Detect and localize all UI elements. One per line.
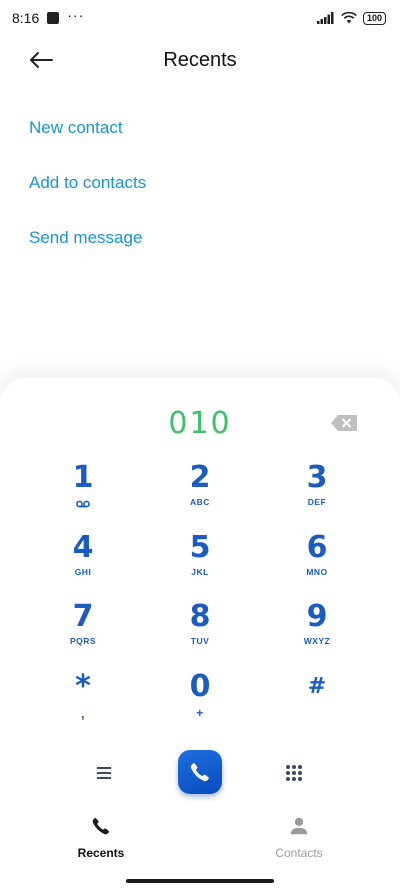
key-5-digit: 5 [189, 530, 211, 565]
key-7[interactable]: 7 PQRS [33, 600, 133, 664]
key-star-pause: , [80, 706, 86, 721]
key-hash[interactable]: # [267, 670, 367, 734]
key-2-digit: 2 [189, 460, 211, 495]
key-0-digit: 0 [189, 669, 211, 704]
signal-icon [316, 12, 334, 24]
key-6[interactable]: 6 MNO [267, 531, 367, 595]
action-list: New contact Add to contacts Send message [29, 108, 146, 273]
key-hash-symbol: # [307, 674, 327, 699]
add-to-contacts-link[interactable]: Add to contacts [29, 163, 146, 218]
key-7-letters: PQRS [69, 636, 97, 646]
key-8[interactable]: 8 TUV [150, 600, 250, 664]
key-9[interactable]: 9 WXYZ [267, 600, 367, 664]
header: Recents [0, 40, 400, 80]
home-indicator [126, 879, 274, 883]
dialpad-grid-icon[interactable] [285, 764, 303, 782]
notification-icon [47, 12, 60, 24]
battery-icon: 100 [362, 11, 386, 25]
key-6-digit: 6 [306, 530, 328, 565]
send-message-link[interactable]: Send message [29, 218, 146, 273]
key-2-letters: ABC [190, 497, 210, 507]
person-icon [290, 817, 308, 835]
dialed-number: 010 [168, 406, 232, 441]
dialpad-panel: 010 1 2 ABC 3 DEF 4 GHI 5 JKL 6 MNO 7 PQ… [0, 378, 400, 889]
key-1-digit: 1 [72, 460, 94, 495]
key-star[interactable]: * , [33, 670, 133, 734]
back-arrow-icon[interactable] [26, 48, 56, 72]
new-contact-link[interactable]: New contact [29, 108, 146, 163]
status-time: 8:16 [12, 10, 40, 26]
key-5[interactable]: 5 JKL [150, 531, 250, 595]
key-4-letters: GHI [74, 567, 92, 577]
key-0-plus: + [196, 706, 204, 720]
key-7-digit: 7 [72, 599, 94, 634]
number-display: 010 [0, 406, 400, 446]
dialer-toolbar [0, 748, 400, 798]
key-6-letters: MNO [306, 567, 328, 577]
page-title: Recents [163, 48, 237, 71]
tab-recents[interactable]: Recents [41, 815, 161, 860]
more-notifications-icon: ··· [67, 7, 85, 23]
call-button[interactable] [178, 750, 222, 794]
key-4[interactable]: 4 GHI [33, 531, 133, 595]
tab-contacts-label: Contacts [275, 846, 323, 860]
voicemail-icon [76, 500, 90, 508]
backspace-icon[interactable] [330, 414, 358, 432]
phone-icon [92, 817, 110, 835]
key-8-letters: TUV [190, 636, 210, 646]
tab-contacts[interactable]: Contacts [239, 815, 359, 860]
key-8-digit: 8 [189, 599, 211, 634]
tab-recents-label: Recents [77, 846, 125, 860]
wifi-icon [341, 12, 357, 24]
key-9-digit: 9 [306, 599, 328, 634]
key-9-letters: WXYZ [303, 636, 331, 646]
key-1[interactable]: 1 [33, 461, 133, 525]
key-star-symbol: * [75, 669, 91, 704]
key-3[interactable]: 3 DEF [267, 461, 367, 525]
key-3-digit: 3 [306, 460, 328, 495]
key-5-letters: JKL [191, 567, 209, 577]
key-2[interactable]: 2 ABC [150, 461, 250, 525]
menu-icon[interactable] [94, 764, 116, 782]
bottom-navigation: Recents Contacts [0, 815, 400, 865]
phone-icon [190, 763, 209, 782]
key-0[interactable]: 0 + [150, 670, 250, 734]
status-bar: 8:16 ··· 100 [0, 0, 400, 36]
key-4-digit: 4 [72, 530, 94, 565]
key-3-letters: DEF [307, 497, 327, 507]
